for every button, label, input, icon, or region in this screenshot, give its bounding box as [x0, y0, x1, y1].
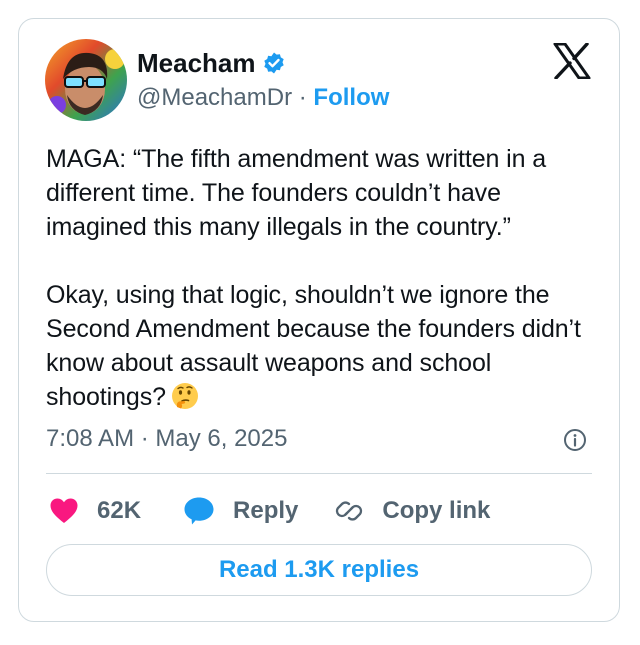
- reply-label: Reply: [233, 497, 299, 524]
- x-logo-icon[interactable]: [553, 42, 591, 80]
- embedded-tweet-card: Meacham @MeachamDr · Follow MAGA: “The f…: [18, 18, 620, 622]
- reply-bubble-icon: [183, 496, 215, 526]
- follow-link[interactable]: Follow: [313, 84, 389, 111]
- tweet-actions: 62K Reply Copy link: [49, 491, 490, 531]
- author-handle[interactable]: @MeachamDr: [137, 84, 292, 111]
- author-name-row[interactable]: Meacham: [137, 47, 286, 79]
- read-replies-button[interactable]: Read 1.3K replies: [46, 544, 592, 596]
- tweet-body: MAGA: “The fifth amendment was written i…: [46, 142, 596, 414]
- verified-badge-icon: [262, 51, 286, 75]
- thinking-face-emoji: [170, 381, 200, 411]
- heart-icon: [49, 497, 79, 525]
- tweet-paragraph: MAGA: “The fifth amendment was written i…: [46, 145, 547, 241]
- divider: [46, 473, 592, 474]
- copy-link-button[interactable]: Copy link: [334, 496, 490, 526]
- handle-row: @MeachamDr · Follow: [137, 83, 389, 113]
- handle-separator: ·: [298, 84, 307, 111]
- author-display-name[interactable]: Meacham: [137, 47, 256, 79]
- tweet-paragraph: Okay, using that logic, shouldn’t we ign…: [46, 278, 596, 414]
- copy-link-label: Copy link: [382, 497, 491, 524]
- like-button[interactable]: 62K: [49, 497, 141, 525]
- tweet-paragraph-text: Okay, using that logic, shouldn’t we ign…: [46, 281, 581, 411]
- like-count: 62K: [97, 497, 142, 524]
- read-replies-label: Read 1.3K replies: [218, 556, 420, 583]
- reply-button[interactable]: Reply: [183, 496, 298, 526]
- tweet-timestamp[interactable]: 7:08 AM · May 6, 2025: [46, 424, 287, 454]
- info-icon[interactable]: [563, 428, 587, 452]
- link-icon: [334, 496, 364, 526]
- avatar[interactable]: [45, 39, 127, 121]
